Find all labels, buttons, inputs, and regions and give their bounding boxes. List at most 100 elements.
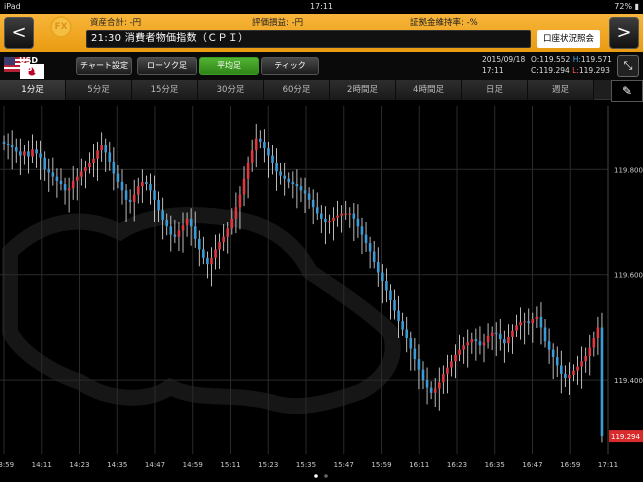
- candle-body: [31, 149, 34, 157]
- candle-body: [470, 339, 474, 343]
- candle-body: [2, 141, 6, 144]
- battery-percent: 72%: [614, 2, 633, 11]
- candle-body: [136, 186, 140, 195]
- candle-body: [75, 176, 79, 181]
- candle-body: [348, 213, 352, 215]
- quote-datetime: 2015/09/18 17:11: [482, 54, 525, 76]
- fx-logo: FX: [50, 16, 72, 38]
- candle-body: [157, 199, 160, 211]
- candle-body: [51, 172, 55, 177]
- tab-2hour[interactable]: 2時間足: [330, 80, 396, 100]
- tab-30min[interactable]: 30分足: [198, 80, 264, 100]
- candle-body: [202, 249, 205, 258]
- candle-body: [242, 178, 246, 195]
- candle-body: [511, 330, 514, 337]
- account-status-button[interactable]: 口座状況照会: [537, 30, 600, 48]
- next-button[interactable]: >: [609, 17, 639, 49]
- close-price: C:119.294: [531, 66, 570, 75]
- news-ticker[interactable]: 21:30 消費者物価指数（ＣＰＩ）: [86, 30, 531, 48]
- candle-body: [568, 374, 571, 379]
- candle-body: [478, 341, 482, 346]
- tab-1min[interactable]: 1分足: [0, 80, 66, 100]
- time-tick-label: 16:11: [409, 461, 429, 469]
- prev-button[interactable]: <: [4, 17, 34, 49]
- candle-body: [425, 380, 429, 388]
- candle-body: [59, 180, 63, 185]
- time-tick-label: 15:59: [371, 461, 391, 469]
- timeframe-tabs: 1分足 5分足 15分足 30分足 60分足 2時間足 4時間足 日足 週足: [0, 80, 643, 100]
- candle-body: [368, 243, 372, 252]
- candle-body: [409, 338, 413, 349]
- candle-body: [165, 219, 169, 227]
- low-price: 119.293: [578, 66, 610, 75]
- tab-weekly[interactable]: 週足: [528, 80, 594, 100]
- candle-body: [462, 345, 465, 350]
- candle-body: [287, 178, 291, 182]
- candle-body: [413, 348, 417, 360]
- candle-body: [222, 236, 225, 243]
- candle-body: [531, 319, 535, 324]
- quote-ohlc: O:119.552 H:119.571 C:119.294 L:119.293: [531, 54, 612, 76]
- pair-base: USD: [19, 56, 38, 65]
- candle-body: [572, 370, 575, 375]
- time-tick-label: 16:23: [447, 461, 467, 469]
- price-tick-label: 119.800: [614, 166, 643, 174]
- candle-body: [307, 193, 311, 200]
- candle-body: [104, 145, 108, 153]
- candle-body: [458, 349, 461, 355]
- candle-body: [258, 138, 262, 142]
- candle-body: [324, 218, 327, 222]
- candle-body: [303, 190, 307, 194]
- ios-status-bar: iPad 17:11 72% ▮: [0, 0, 643, 14]
- candle-body: [381, 272, 384, 282]
- candlestick-button[interactable]: ローソク足: [137, 57, 197, 75]
- candle-body: [149, 184, 152, 191]
- clock: 17:11: [309, 2, 334, 11]
- chart-settings-button[interactable]: チャート設定: [76, 57, 132, 75]
- candle-body: [120, 181, 124, 191]
- price-tick-label: 119.600: [614, 272, 643, 280]
- time-tick-label: 14:35: [107, 461, 127, 469]
- currency-pair[interactable]: USD /JPY: [6, 56, 38, 76]
- high-price: 119.571: [580, 55, 612, 64]
- candle-body: [340, 213, 343, 216]
- candle-body: [197, 238, 201, 250]
- tick-button[interactable]: ティック: [261, 57, 319, 75]
- candle-body: [564, 373, 567, 379]
- time-tick-label: 14:23: [69, 461, 89, 469]
- candle-body: [43, 157, 47, 170]
- fullscreen-icon[interactable]: ⤡: [617, 55, 639, 77]
- tab-daily[interactable]: 日足: [462, 80, 528, 100]
- price-tick-label: 119.400: [614, 377, 643, 385]
- draw-tool-icon[interactable]: ✎: [611, 80, 643, 102]
- quote-time: 17:11: [482, 66, 504, 75]
- candle-body: [555, 356, 559, 366]
- price-chart[interactable]: 119.400 119.600 119.800 13:59 14:11 14:23 14:…: [0, 102, 643, 482]
- candle-body: [494, 332, 498, 334]
- chart-toolbar: USD /JPY チャート設定 ローソク足 平均足 ティック 2015/09/1…: [0, 52, 643, 80]
- candle-body: [92, 158, 95, 163]
- tab-15min[interactable]: 15分足: [132, 80, 198, 100]
- heikin-ashi-button[interactable]: 平均足: [199, 57, 259, 75]
- candle-body: [315, 207, 319, 214]
- margin-ratio: 証拠金維持率: -%: [410, 18, 478, 28]
- candle-body: [230, 218, 234, 229]
- candle-body: [344, 213, 348, 215]
- candle-body: [446, 367, 449, 374]
- candle-body: [55, 176, 59, 181]
- candle-body: [592, 338, 596, 348]
- candle-body: [112, 161, 116, 174]
- unrealized-pnl: 評価損益: -円: [252, 18, 304, 28]
- candle-body: [271, 155, 274, 163]
- candle-body: [254, 138, 258, 151]
- tab-5min[interactable]: 5分足: [66, 80, 132, 100]
- candle-body: [454, 354, 457, 362]
- candle-body: [124, 190, 128, 200]
- candle-body: [503, 339, 506, 344]
- page-dot: [324, 474, 328, 478]
- time-tick-label: 15:47: [334, 461, 354, 469]
- candle-body: [193, 226, 197, 239]
- tab-60min[interactable]: 60分足: [264, 80, 330, 100]
- candle-body: [417, 359, 421, 370]
- tab-4hour[interactable]: 4時間足: [396, 80, 462, 100]
